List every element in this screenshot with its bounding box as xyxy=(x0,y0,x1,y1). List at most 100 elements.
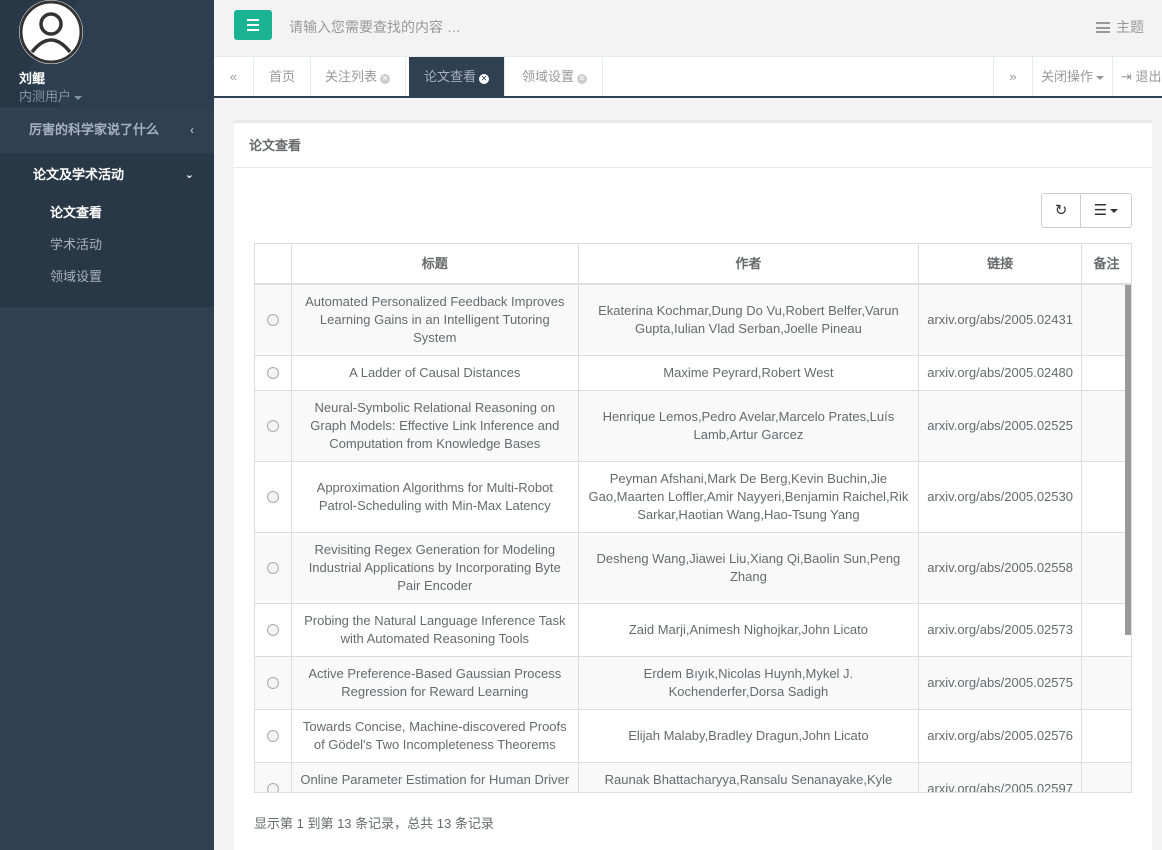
logout-label: 退出 xyxy=(1135,69,1162,84)
row-radio[interactable] xyxy=(266,783,279,792)
chevron-left-icon: ‹ xyxy=(190,123,194,137)
table-row[interactable]: Towards Concise, Machine-discovered Proo… xyxy=(255,710,1131,763)
row-select-cell[interactable] xyxy=(255,604,292,656)
tab-follow-list[interactable]: 关注列表 ✕ xyxy=(310,57,407,96)
pagination-info: 显示第 1 到第 13 条记录，总共 13 条记录 xyxy=(254,816,494,831)
theme-button[interactable]: 主题 xyxy=(1096,17,1144,37)
cell-link[interactable]: arxiv.org/abs/2005.02525 xyxy=(919,391,1083,461)
logout-button[interactable]: ⇥ 退出 xyxy=(1113,57,1162,96)
tab-papers[interactable]: 论文查看 ✕ xyxy=(409,57,506,96)
cell-title: Probing the Natural Language Inference T… xyxy=(292,604,579,656)
sidebar-group-label: 论文及学术活动 xyxy=(33,167,125,182)
tab-label: 论文查看 xyxy=(424,69,477,84)
row-radio[interactable] xyxy=(266,367,279,379)
sidebar-item-domain-settings[interactable]: 领域设置 xyxy=(0,261,214,293)
cell-link[interactable]: arxiv.org/abs/2005.02597 xyxy=(919,763,1083,792)
table-toolbar: ↻ ☰ xyxy=(1041,193,1132,228)
table-row[interactable]: Active Preference-Based Gaussian Process… xyxy=(255,657,1131,710)
row-select-cell[interactable] xyxy=(255,533,292,603)
cell-remark xyxy=(1082,710,1131,762)
table-row[interactable]: A Ladder of Causal Distances Maxime Peyra… xyxy=(255,356,1131,391)
row-select-cell[interactable] xyxy=(255,763,292,792)
cell-authors: Maxime Peyrard,Robert West xyxy=(579,356,920,390)
tab-label: 关注列表 xyxy=(325,69,378,84)
avatar[interactable] xyxy=(19,0,83,64)
table-scrollbar[interactable] xyxy=(1125,285,1131,635)
cell-link[interactable]: arxiv.org/abs/2005.02480 xyxy=(919,356,1083,390)
theme-icon xyxy=(1096,22,1110,33)
user-role-dropdown[interactable]: 内测用户 xyxy=(19,86,83,105)
cell-link[interactable]: arxiv.org/abs/2005.02573 xyxy=(919,604,1083,656)
tab-label: 领域设置 xyxy=(522,69,575,84)
table-row[interactable]: Revisiting Regex Generation for Modeling… xyxy=(255,533,1131,604)
search-input[interactable]: 请输入您需要查找的内容 … xyxy=(289,17,461,37)
sidebar-group-papers-header[interactable]: 论文及学术活动 ⌄ xyxy=(0,153,214,197)
row-radio[interactable] xyxy=(266,314,279,326)
cell-title: Neural-Symbolic Relational Reasoning on … xyxy=(292,391,579,461)
row-radio[interactable] xyxy=(266,491,279,503)
sidebar-item-papers[interactable]: 论文查看 xyxy=(0,197,214,229)
cell-link[interactable]: arxiv.org/abs/2005.02576 xyxy=(919,710,1083,762)
row-radio[interactable] xyxy=(266,562,279,574)
profile-area: 刘鲲 内测用户 xyxy=(0,0,214,107)
tab-domain-settings[interactable]: 领域设置 ✕ xyxy=(507,57,604,96)
header-remark[interactable]: 备注 xyxy=(1082,244,1131,283)
cell-link[interactable]: arxiv.org/abs/2005.02431 xyxy=(919,285,1083,355)
cell-authors: Erdem Bıyık,Nicolas Huynh,Mykel J. Koche… xyxy=(579,657,920,709)
cell-title: Revisiting Regex Generation for Modeling… xyxy=(292,533,579,603)
table-row[interactable]: Automated Personalized Feedback Improves… xyxy=(255,285,1131,356)
row-select-cell[interactable] xyxy=(255,391,292,461)
table-row[interactable]: Approximation Algorithms for Multi-Robot… xyxy=(255,462,1131,533)
close-icon[interactable]: ✕ xyxy=(577,74,588,84)
columns-toggle-button[interactable]: ☰ xyxy=(1081,194,1131,227)
tab-home[interactable]: 首页 xyxy=(254,57,312,96)
header-authors[interactable]: 作者 xyxy=(579,244,920,283)
cell-link[interactable]: arxiv.org/abs/2005.02575 xyxy=(919,657,1083,709)
list-icon: ☰ xyxy=(1093,202,1108,219)
caret-down-icon xyxy=(1096,75,1104,80)
chevron-down-icon: ⌄ xyxy=(184,169,194,181)
cell-title: Online Parameter Estimation for Human Dr… xyxy=(292,763,579,792)
menu-toggle-button[interactable] xyxy=(234,10,272,40)
panel-title: 论文查看 xyxy=(234,123,1152,168)
table-row[interactable]: Neural-Symbolic Relational Reasoning on … xyxy=(255,391,1131,462)
close-icon[interactable]: ✕ xyxy=(479,74,490,84)
sidebar-item-activities[interactable]: 学术活动 xyxy=(0,229,214,261)
row-radio[interactable] xyxy=(266,420,279,432)
cell-link[interactable]: arxiv.org/abs/2005.02530 xyxy=(919,462,1083,532)
table-row[interactable]: Probing the Natural Language Inference T… xyxy=(255,604,1131,657)
tab-bar: « 首页 关注列表 ✕ 论文查看 ✕ 领域设置 ✕ » 关闭操作 ⇥ 退出 xyxy=(214,57,1162,98)
user-name: 刘鲲 xyxy=(19,71,46,86)
row-select-cell[interactable] xyxy=(255,356,292,390)
close-operations-dropdown[interactable]: 关闭操作 xyxy=(1033,57,1113,96)
row-radio[interactable] xyxy=(266,677,279,689)
cell-title: Towards Concise, Machine-discovered Proo… xyxy=(292,710,579,762)
row-select-cell[interactable] xyxy=(255,710,292,762)
row-radio[interactable] xyxy=(266,730,279,742)
header-select xyxy=(255,244,292,283)
table-header: 标题 作者 链接 备注 xyxy=(255,244,1131,285)
refresh-button[interactable]: ↻ xyxy=(1042,194,1081,227)
cell-authors: Peyman Afshani,Mark De Berg,Kevin Buchin… xyxy=(579,462,920,532)
header-link[interactable]: 链接 xyxy=(919,244,1083,283)
table-row[interactable]: Online Parameter Estimation for Human Dr… xyxy=(255,763,1131,792)
row-radio[interactable] xyxy=(266,624,279,636)
row-select-cell[interactable] xyxy=(255,285,292,355)
content-panel: 论文查看 ↻ ☰ 标题 作者 链接 备注 Automated Personali… xyxy=(234,120,1152,850)
sidebar-group-papers: 论文及学术活动 ⌄ 论文查看 学术活动 领域设置 xyxy=(0,153,214,307)
tab-scroll-right-button[interactable]: » xyxy=(993,57,1033,96)
tab-scroll-left-button[interactable]: « xyxy=(214,57,254,96)
cell-authors: Zaid Marji,Animesh Nighojkar,John Licato xyxy=(579,604,920,656)
cell-link[interactable]: arxiv.org/abs/2005.02558 xyxy=(919,533,1083,603)
row-select-cell[interactable] xyxy=(255,462,292,532)
header-title[interactable]: 标题 xyxy=(292,244,579,283)
cell-authors: Raunak Bhattacharyya,Ransalu Senanayake,… xyxy=(579,763,920,792)
table-body: Automated Personalized Feedback Improves… xyxy=(255,285,1131,792)
tab-label: 首页 xyxy=(269,69,296,84)
row-select-cell[interactable] xyxy=(255,657,292,709)
cell-remark xyxy=(1082,763,1131,792)
sidebar-group-scientists[interactable]: 厉害的科学家说了什么 ‹ xyxy=(0,107,214,153)
top-bar: 请输入您需要查找的内容 … 主题 xyxy=(214,0,1162,57)
close-icon[interactable]: ✕ xyxy=(380,74,391,84)
cell-authors: Henrique Lemos,Pedro Avelar,Marcelo Prat… xyxy=(579,391,920,461)
